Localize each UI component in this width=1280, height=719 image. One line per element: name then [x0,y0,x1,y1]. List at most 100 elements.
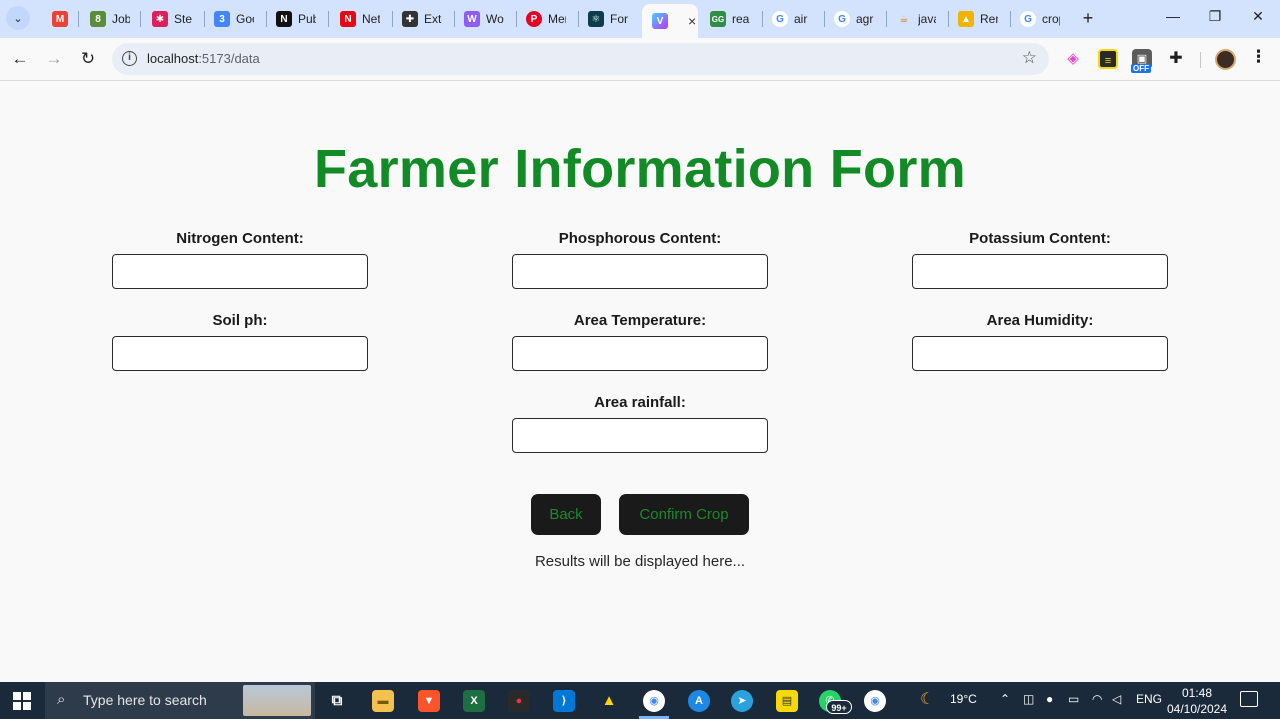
nitrogen-label: Nitrogen Content: [176,230,304,247]
speaker-icon[interactable]: ◁ [1112,692,1121,706]
phosphorous-label: Phosphorous Content: [558,230,722,247]
chrome-profile-icon[interactable]: ◉ [864,690,886,712]
tab-stev[interactable]: ✱ Stev [142,4,204,34]
back-arrow-icon[interactable]: ← [8,47,32,71]
temperature-input[interactable] [512,336,768,371]
tab-java[interactable]: ☕ java [886,4,948,34]
site-info-icon[interactable]: i [122,51,137,66]
minimize-button[interactable]: — [1158,8,1188,28]
tab-title: Mer [548,12,566,26]
tab-job[interactable]: 8 Job [80,4,140,34]
rainfall-field: Area rainfall: [512,394,768,453]
potassium-input[interactable] [912,254,1168,289]
confirm-crop-button[interactable]: Confirm Crop [619,494,749,535]
tab-google-air[interactable]: G air [762,4,824,34]
extension-pink-icon[interactable]: ◈ [1063,49,1083,69]
tab-notion[interactable]: N Pub [266,4,328,34]
tab-title: For [610,12,628,26]
potassium-label: Potassium Content: [969,230,1111,247]
microphone-icon[interactable]: ● [1046,692,1053,706]
moon-weather-icon[interactable]: ☾ [920,689,934,709]
tab-wo[interactable]: W Wo [454,4,516,34]
java-icon: ☕ [899,13,909,25]
tab-react-forms[interactable]: ⚛ For [578,4,640,34]
browser-menu-icon[interactable]: ⋮ [1250,47,1267,67]
extension-off-badge: OFF [1131,64,1151,73]
extensions-puzzle-icon[interactable]: ✚ [1166,49,1186,69]
weather-temp[interactable]: 19°C [950,692,977,706]
tab-geeksforgeeks[interactable]: GG reac [700,4,762,34]
back-button[interactable]: Back [531,494,601,535]
vite-icon: V [652,13,668,29]
battery-icon[interactable]: ▭ [1068,692,1079,706]
address-bar[interactable]: i localhost:5173/data ☆ [112,43,1049,75]
tab-title: air [794,12,808,26]
close-window-button[interactable]: ✕ [1243,8,1273,28]
phosphorous-input[interactable] [512,254,768,289]
windows-start-icon[interactable] [13,692,31,710]
app-store-icon[interactable]: A [688,690,710,712]
tab-extensions[interactable]: ✚ Exte [392,4,454,34]
nitrogen-input[interactable] [112,254,368,289]
tab-vite-active[interactable]: V × [642,4,698,38]
page-content: Farmer Information Form Nitrogen Content… [0,82,1280,682]
tab-google-crop[interactable]: G crop [1010,4,1072,34]
sticky-notes-icon[interactable]: ▤ [776,690,798,712]
url-text[interactable]: localhost:5173/data [147,51,260,66]
tab-google-calendar[interactable]: 3 Goo [204,4,266,34]
rainfall-input[interactable] [512,418,768,453]
humidity-field: Area Humidity: [912,312,1168,371]
windows-taskbar: ⌕ Type here to search ⧉ ▬ ▼ X ● ⟩ ▲ ◉ A … [0,682,1280,719]
google-icon: G [1020,11,1036,27]
brave-browser-icon[interactable]: ▼ [418,690,440,712]
tab-google-agr[interactable]: G agr [824,4,886,34]
humidity-input[interactable] [912,336,1168,371]
meet-now-icon[interactable]: ◫ [1023,692,1034,706]
taskbar-search-box[interactable]: ⌕ Type here to search [45,682,315,719]
puzzle-icon: ✚ [402,11,418,27]
graduation-cap-icon: ▲ [958,11,974,27]
tab-title: reac [732,12,750,26]
excel-icon[interactable]: X [463,690,485,712]
tab-search-chevron-icon[interactable]: ⌄ [6,6,30,30]
tab-title: Wo [486,12,504,26]
tab-title: Goo [236,12,254,26]
tab-ren[interactable]: ▲ Ren [948,4,1010,34]
chrome-icon[interactable]: ◉ [643,690,665,712]
system-clock[interactable]: 01:48 04/10/2024 [1162,685,1232,717]
tab-strip: ⌄ M 8 Job ✱ Stev 3 Goo N Pub N Net ✚ Ext… [0,0,1280,38]
soil-ph-field: Soil ph: [112,312,368,371]
linux-penguin-icon[interactable]: ▲ [598,690,620,712]
screen-recorder-icon[interactable]: ● [508,690,530,712]
language-indicator[interactable]: ENG [1136,692,1162,706]
job-site-icon: 8 [90,11,106,27]
tab-title: Pub [298,12,316,26]
wifi-icon[interactable]: ◠ [1092,692,1102,706]
reload-icon[interactable]: ↻ [76,47,100,71]
potassium-field: Potassium Content: [912,230,1168,289]
tray-chevron-icon[interactable]: ⌃ [1000,692,1010,706]
new-tab-button[interactable]: + [1078,8,1098,28]
results-text: Results will be displayed here... [534,553,746,570]
task-view-icon[interactable]: ⧉ [326,690,348,712]
soil-ph-input[interactable] [112,336,368,371]
soil-ph-label: Soil ph: [212,312,268,329]
tab-title: java [918,12,936,26]
profile-avatar[interactable] [1215,49,1236,70]
file-explorer-icon[interactable]: ▬ [372,690,394,712]
tab-title: Job [112,12,130,26]
bookmark-star-icon[interactable]: ☆ [1022,48,1037,68]
close-tab-icon[interactable]: × [688,13,696,29]
vscode-icon[interactable]: ⟩ [553,690,575,712]
restore-button[interactable]: ❐ [1200,8,1230,28]
tab-netflix[interactable]: N Net [330,4,392,34]
temperature-field: Area Temperature: [512,312,768,371]
extension-notes-icon[interactable]: ≡ [1098,49,1118,69]
asana-icon: ✱ [152,11,168,27]
search-highlight-image [243,685,311,716]
telegram-icon[interactable]: ➤ [731,690,753,712]
forward-arrow-icon[interactable]: → [42,47,66,71]
tab-title: Ren [980,12,998,26]
notification-icon[interactable] [1240,691,1258,707]
tab-pinterest[interactable]: P Mer [516,4,578,34]
